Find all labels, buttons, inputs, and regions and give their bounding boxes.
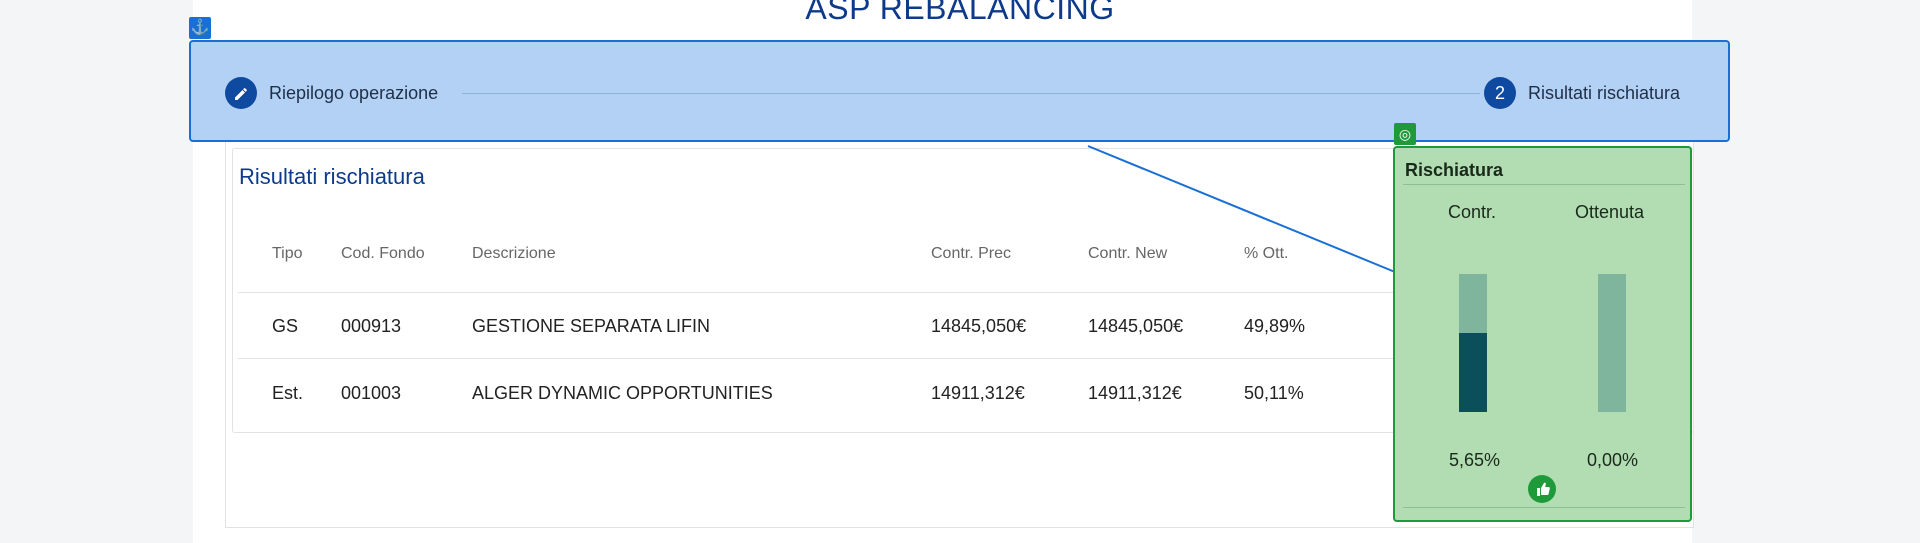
column-header-contr-new[interactable]: Contr. New (1088, 245, 1167, 263)
cell-tipo: Est. (272, 383, 304, 403)
page-title: ASP REBALANCING (805, 0, 1115, 26)
cell-perc-ott: 50,11% (1244, 383, 1304, 403)
column-header-perc-ott[interactable]: % Ott. (1244, 245, 1288, 263)
anchor-icon[interactable]: ⚓ (189, 17, 211, 39)
cell-contr-new: 14911,312€ (1088, 383, 1182, 403)
risk-bottom-divider (1403, 507, 1685, 508)
thumbs-up-icon[interactable] (1528, 475, 1556, 503)
risk-label-contr: Contr. (1448, 202, 1497, 222)
cell-contr-prec: 14911,312€ (931, 383, 1025, 403)
risk-value-ottenuta: 0,00% (1587, 450, 1639, 470)
column-header-tipo[interactable]: Tipo (272, 245, 303, 263)
cell-contr-prec: 14845,050€ (931, 316, 1027, 336)
column-header-contr-prec[interactable]: Contr. Prec (931, 245, 1011, 263)
risk-label-ottenuta: Ottenuta (1575, 202, 1645, 222)
cell-perc-ott: 49,89% (1244, 316, 1306, 336)
cell-descrizione: ALGER DYNAMIC OPPORTUNITIES (472, 383, 773, 403)
risk-bar-contr (1459, 274, 1487, 412)
risk-bar-contr-fill (1459, 333, 1487, 412)
cell-tipo: GS (272, 316, 299, 336)
risk-bar-ottenuta (1598, 274, 1626, 412)
cell-descrizione: GESTIONE SEPARATA LIFIN (472, 316, 711, 336)
cell-contr-new: 14845,050€ (1088, 316, 1184, 336)
cell-cod-fondo: 000913 (341, 316, 402, 336)
risk-panel (1393, 146, 1692, 522)
column-header-cod-fondo[interactable]: Cod. Fondo (341, 245, 425, 263)
stepper-connector (462, 93, 1480, 94)
risk-divider (1403, 184, 1685, 185)
step-label-risultati[interactable]: Risultati rischiatura (1528, 83, 1680, 104)
step-number[interactable]: 2 (1484, 77, 1516, 109)
target-icon[interactable]: ◎ (1394, 123, 1416, 145)
risk-value-contr: 5,65% (1449, 450, 1501, 470)
risk-title: Rischiatura (1405, 160, 1504, 180)
column-header-descrizione[interactable]: Descrizione (472, 245, 556, 263)
results-title: Risultati rischiatura (239, 164, 425, 189)
cell-cod-fondo: 001003 (341, 383, 402, 403)
pencil-icon[interactable] (225, 77, 257, 109)
step-label-riepilogo[interactable]: Riepilogo operazione (269, 83, 438, 104)
